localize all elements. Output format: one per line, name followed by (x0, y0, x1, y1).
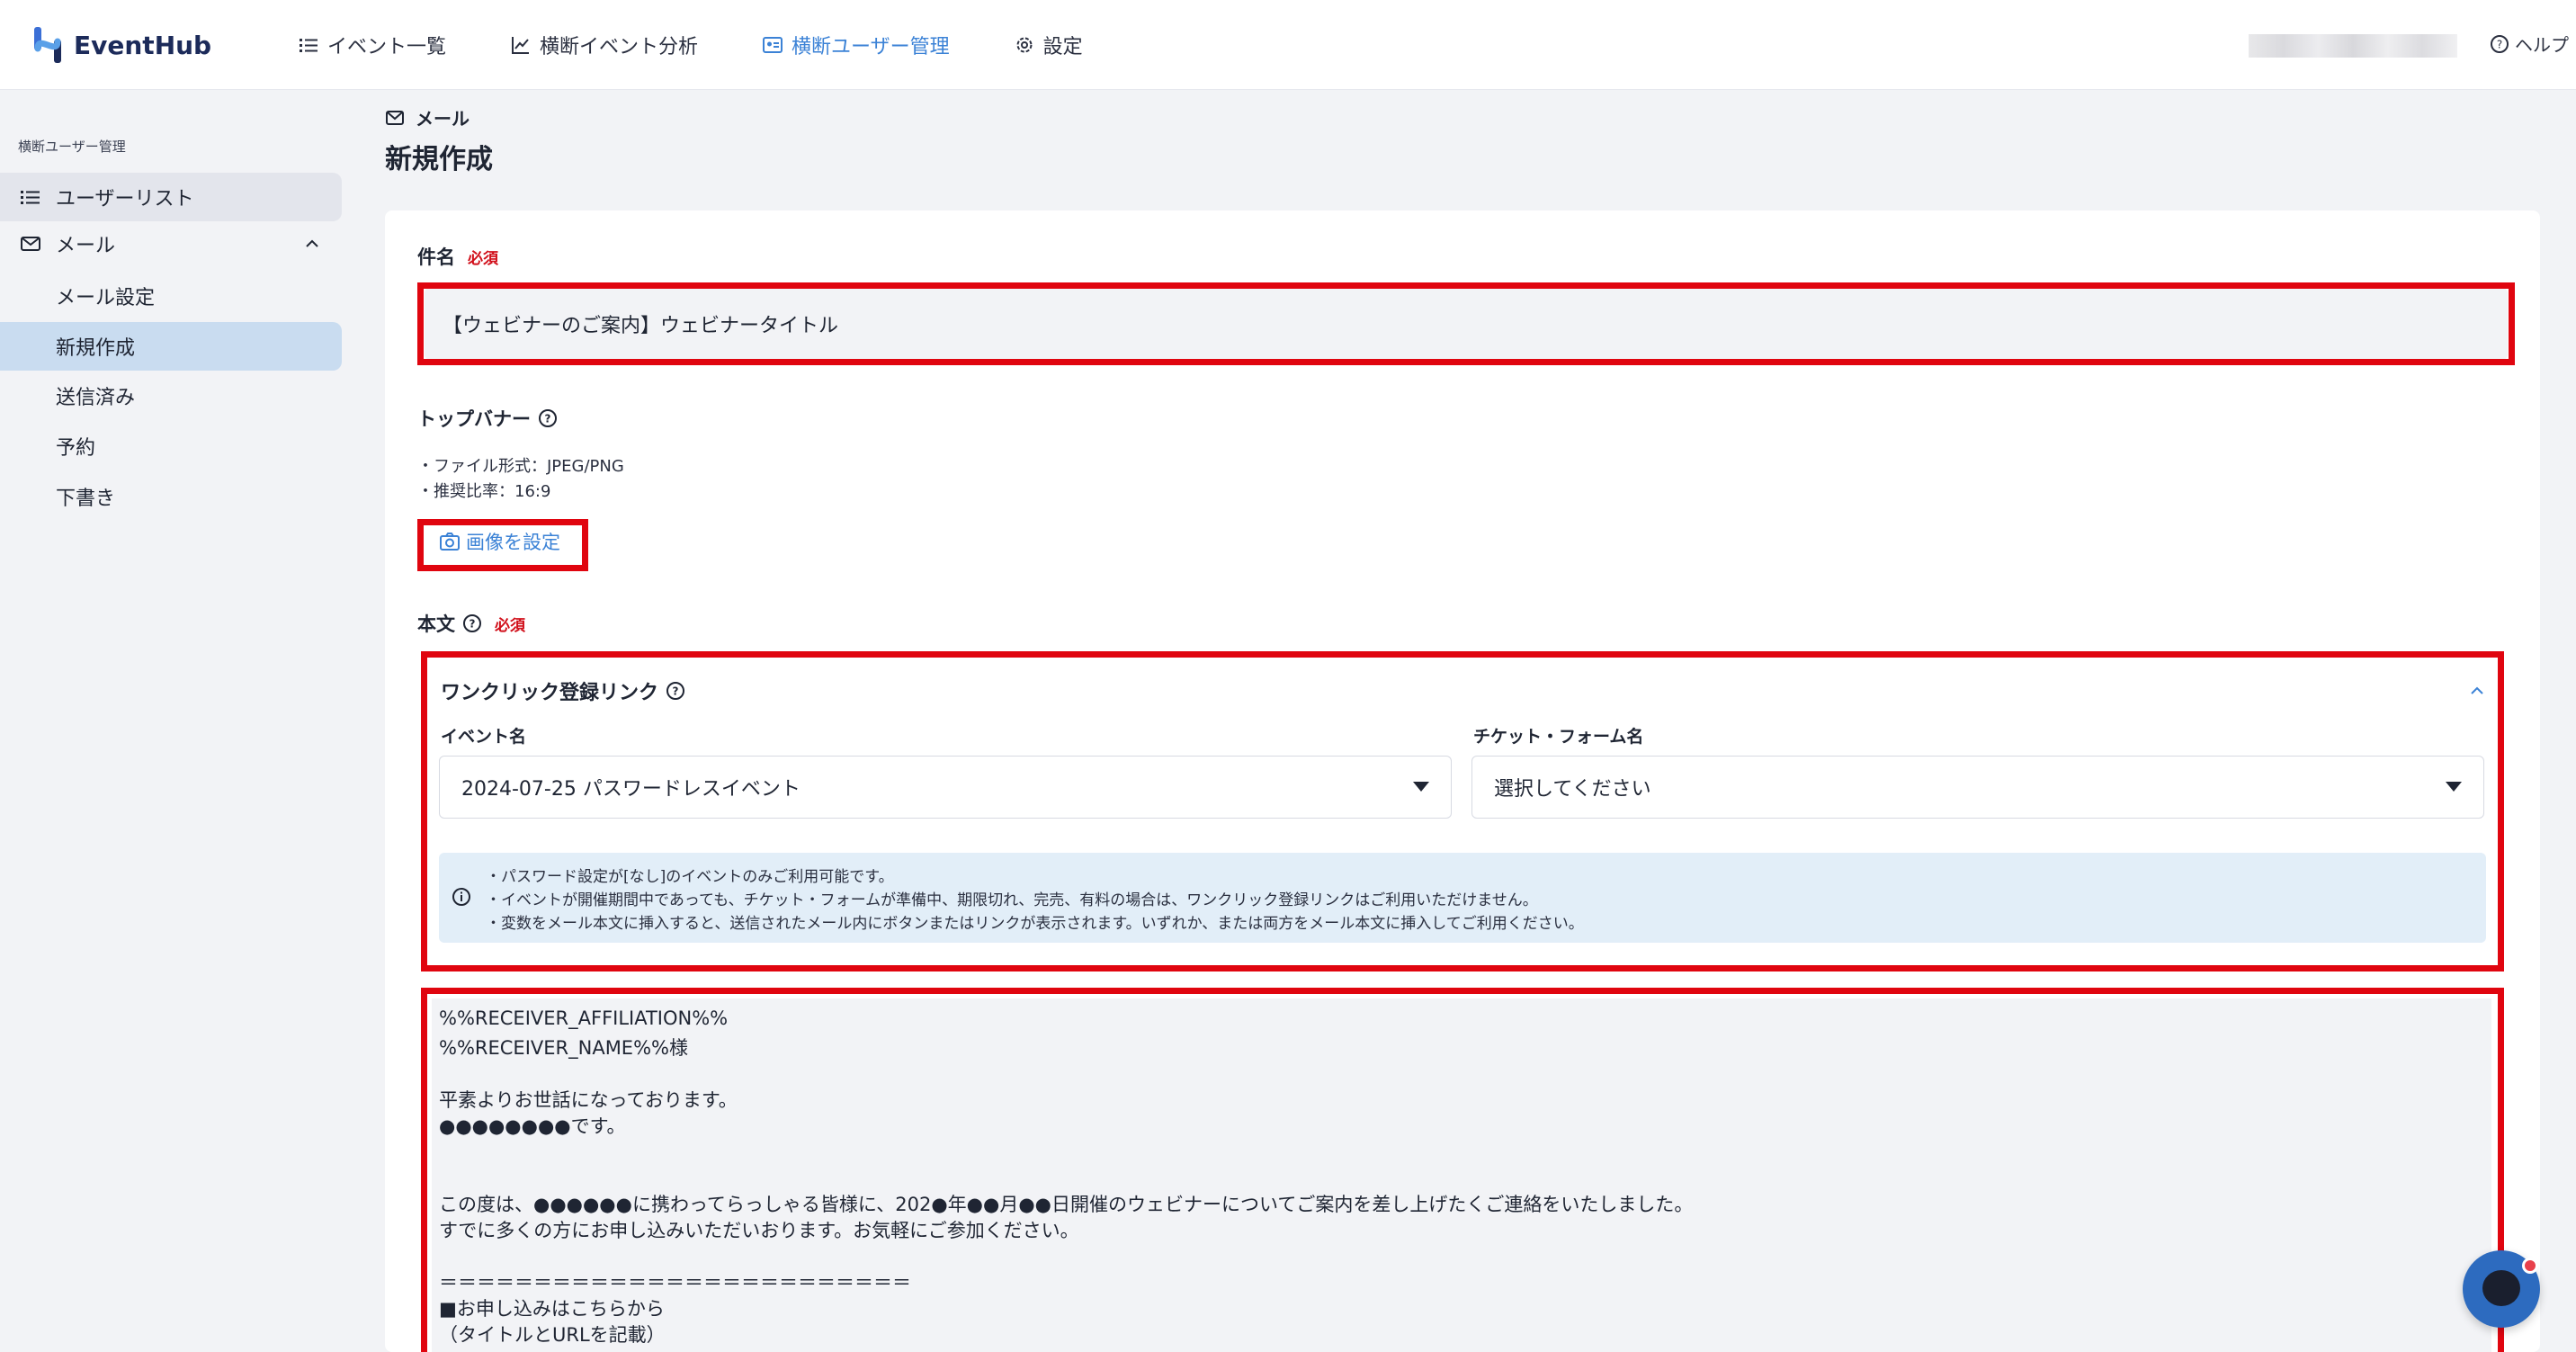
highlight-box-subject (417, 282, 2515, 365)
sidebar-item-label: メール (56, 235, 116, 257)
help-label: ヘルプ (2515, 34, 2569, 56)
sidebar-item-label: 送信済み (56, 387, 136, 409)
gear-icon (1016, 37, 1033, 53)
help-circle-icon[interactable]: ? (462, 613, 482, 633)
breadcrumb-label: メール (416, 108, 470, 130)
logo-text: EventHub (74, 30, 212, 60)
nav-settings-label: 設定 (1042, 36, 1083, 58)
help-circle-icon: ? (2491, 34, 2509, 53)
highlight-box-oneclick (421, 651, 2504, 971)
sidebar-item-label: 下書き (56, 488, 116, 510)
nav-event-list-label: イベント一覧 (327, 36, 447, 58)
sidebar-item-mail-settings[interactable]: メール設定 (0, 272, 342, 320)
sidebar-item-label: 予約 (56, 437, 96, 460)
page-title: 新規作成 (385, 144, 493, 175)
highlight-box-body (421, 988, 2504, 1352)
sidebar-item-drafts[interactable]: 下書き (0, 472, 342, 521)
top-bar: EventHub イベント一覧 横断イベント分析 横断ユーザー管理 設定 ? ヘ… (0, 0, 2576, 90)
breadcrumb: メール (385, 104, 470, 130)
sidebar-item-label: 新規作成 (56, 337, 136, 360)
chat-bubble-icon (2482, 1270, 2520, 1306)
body-label-row: 本文 ? 必須 (417, 610, 525, 637)
required-badge: 必須 (495, 616, 525, 635)
nav-user-management-label: 横断ユーザー管理 (792, 36, 950, 58)
required-badge: 必須 (468, 249, 498, 268)
nav-event-analytics[interactable]: 横断イベント分析 (511, 31, 698, 59)
notification-dot (2522, 1258, 2538, 1274)
sidebar-item-new-mail[interactable]: 新規作成 (0, 322, 342, 371)
svg-text:?: ? (545, 413, 551, 425)
help-circle-icon[interactable]: ? (538, 408, 558, 428)
eventhub-logo-icon (34, 27, 61, 63)
sidebar-section-label: 横断ユーザー管理 (18, 139, 126, 155)
list-icon (300, 39, 318, 52)
sidebar-item-mail[interactable]: メール (0, 219, 342, 268)
body-label: 本文 (417, 613, 455, 635)
banner-note-ratio: ・推奨比率：16:9 (417, 482, 551, 501)
user-account-blurred[interactable] (2249, 34, 2457, 58)
logo[interactable]: EventHub (31, 22, 211, 68)
sidebar-item-scheduled[interactable]: 予約 (0, 422, 342, 470)
main-nav: イベント一覧 横断イベント分析 横断ユーザー管理 設定 (299, 25, 1148, 65)
nav-user-management[interactable]: 横断ユーザー管理 (763, 31, 950, 59)
svg-text:?: ? (2497, 38, 2502, 50)
list-icon (21, 191, 40, 204)
mail-icon (21, 237, 40, 251)
user-card-icon (763, 37, 783, 53)
banner-label: トップバナー (417, 408, 531, 430)
help-link[interactable]: ? ヘルプ (2490, 31, 2569, 57)
nav-event-list[interactable]: イベント一覧 (299, 31, 446, 59)
banner-label-row: トップバナー ? (417, 405, 558, 432)
svg-text:?: ? (470, 618, 476, 631)
highlight-box-image (417, 519, 588, 571)
subject-label-row: 件名 必須 (417, 243, 498, 270)
banner-note-format: ・ファイル形式：JPEG/PNG (417, 457, 624, 476)
sidebar-item-label: ユーザーリスト (56, 188, 194, 210)
sidebar: 横断ユーザー管理 ユーザーリスト メール メール設定 新規作成 送信済み 予約 … (0, 90, 360, 1352)
sidebar-item-label: メール設定 (56, 287, 156, 309)
sidebar-item-user-list[interactable]: ユーザーリスト (0, 173, 342, 221)
nav-event-analytics-label: 横断イベント分析 (540, 36, 699, 58)
nav-settings[interactable]: 設定 (1015, 31, 1083, 59)
chevron-up-icon[interactable] (304, 236, 320, 252)
chart-icon (512, 37, 530, 54)
chat-support-button[interactable] (2463, 1250, 2540, 1328)
subject-label: 件名 (417, 246, 455, 268)
sidebar-item-sent[interactable]: 送信済み (0, 372, 342, 420)
mail-icon (386, 110, 404, 125)
